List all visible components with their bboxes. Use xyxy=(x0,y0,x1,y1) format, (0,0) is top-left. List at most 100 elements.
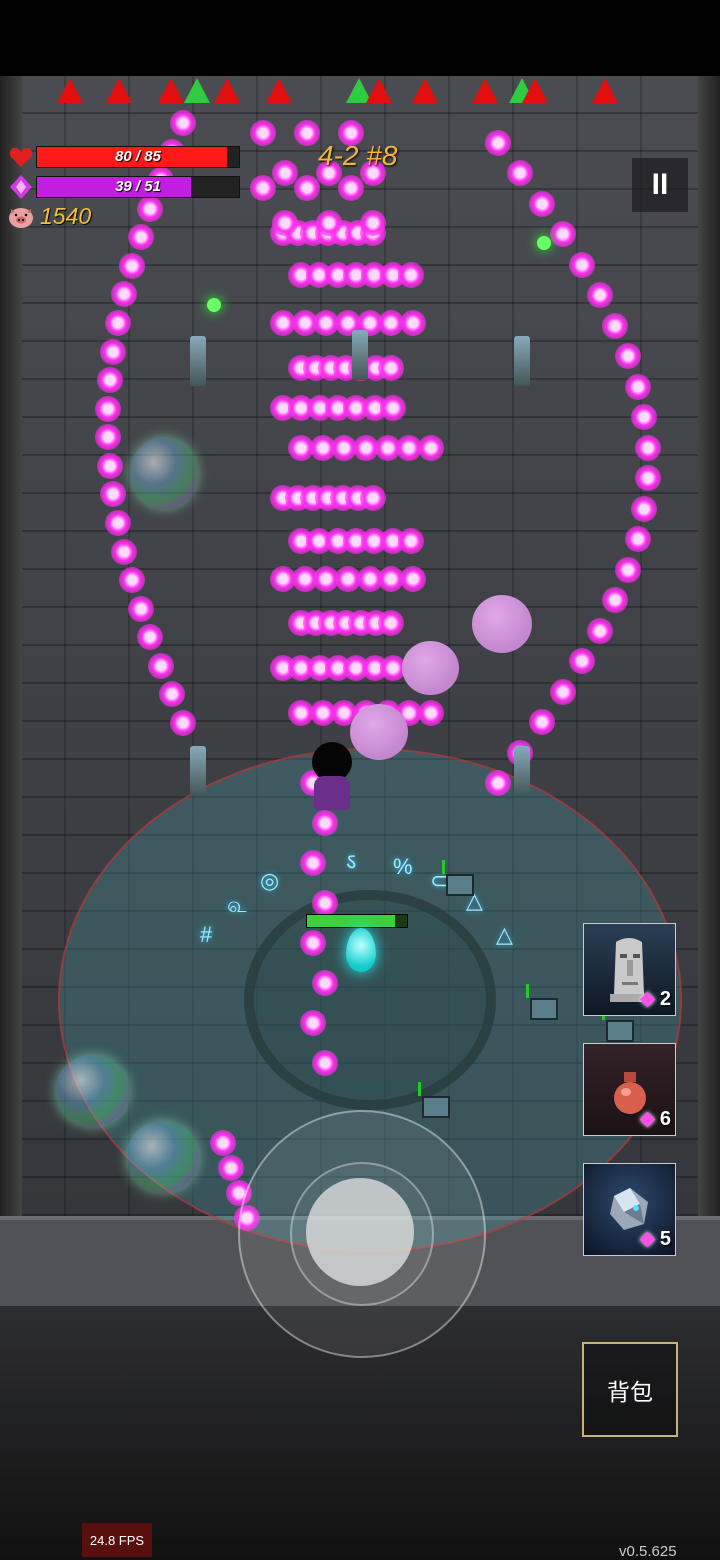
magic-bullet xyxy=(378,355,404,381)
magic-bullet xyxy=(400,566,426,592)
magic-bullet xyxy=(380,395,406,421)
enemy-marker-icon xyxy=(366,78,392,103)
magic-bullet xyxy=(312,810,338,836)
magic-bullet xyxy=(95,424,121,450)
magic-bullet xyxy=(170,710,196,736)
skill-slot-crystal[interactable]: 5 xyxy=(583,1163,676,1256)
magic-bullet xyxy=(250,175,276,201)
magic-bullet xyxy=(128,224,154,250)
rune-glyph-icon: △ xyxy=(496,922,513,947)
mana-gem-icon xyxy=(8,174,34,200)
skill-cost-value: 6 xyxy=(659,1108,671,1130)
magic-bullet xyxy=(398,528,424,554)
skill-slot-potion[interactable]: 6 xyxy=(583,1043,676,1136)
left-wall xyxy=(0,76,22,1216)
magic-bullet xyxy=(159,681,185,707)
magic-bullet xyxy=(119,253,145,279)
skill-cost: 5 xyxy=(639,1228,671,1251)
magic-bullet xyxy=(137,624,163,650)
magic-bullet xyxy=(148,653,174,679)
magic-bullet xyxy=(312,1050,338,1076)
skill-slot-moai[interactable]: 2 xyxy=(583,923,676,1016)
enemy-marker-icon xyxy=(158,78,184,103)
enemy-marker-icon xyxy=(412,78,438,103)
magic-bullet xyxy=(418,700,444,726)
mana-bar: 39 / 51 xyxy=(36,176,240,198)
hp-text: 80 / 85 xyxy=(115,148,161,165)
magic-bullet xyxy=(615,343,641,369)
magic-bullet xyxy=(418,435,444,461)
magic-bullet xyxy=(105,310,131,336)
pet-health-bar xyxy=(306,914,408,928)
green-wisp-icon xyxy=(537,236,551,250)
slime-enemy xyxy=(350,704,408,760)
fps-counter: 24.8 FPS xyxy=(82,1523,152,1557)
magic-bullet xyxy=(635,465,661,491)
magic-bullet xyxy=(360,485,386,511)
magic-bullet xyxy=(587,618,613,644)
lamp-post-icon xyxy=(514,746,530,796)
heart-icon xyxy=(8,144,34,170)
magic-bullet xyxy=(312,890,338,916)
enemy-marker-icon xyxy=(592,78,618,103)
magic-bullet xyxy=(615,557,641,583)
magic-bullet xyxy=(272,210,298,236)
pet-health-fill xyxy=(307,915,395,927)
magic-bullet xyxy=(300,930,326,956)
mana-text: 39 / 51 xyxy=(115,178,161,195)
magic-bullet xyxy=(100,339,126,365)
lamp-post-icon xyxy=(190,336,206,386)
magic-bullet xyxy=(602,587,628,613)
gem-icon xyxy=(639,991,656,1008)
magic-bullet xyxy=(507,160,533,186)
magic-bullet xyxy=(97,367,123,393)
rune-glyph-icon: ◎ xyxy=(260,868,280,893)
magic-bullet xyxy=(631,496,657,522)
rune-glyph-icon: ௳ xyxy=(227,892,247,917)
enemy-marker-icon xyxy=(522,78,548,103)
magic-bullet xyxy=(485,130,511,156)
rainbow-bubble xyxy=(55,1055,129,1127)
magic-bullet xyxy=(400,310,426,336)
backpack-button[interactable]: 背包 xyxy=(582,1342,678,1437)
magic-bullet xyxy=(550,221,576,247)
rainbow-bubble xyxy=(130,437,198,509)
lamp-post-icon xyxy=(190,746,206,796)
magic-bullet xyxy=(210,1130,236,1156)
magic-bullet xyxy=(128,596,154,622)
slime-enemy xyxy=(402,641,459,695)
enemy-marker-icon xyxy=(106,78,132,103)
magic-bullet xyxy=(250,120,276,146)
player-character xyxy=(308,742,354,812)
spirit-pet xyxy=(346,928,376,972)
lamp-post-icon xyxy=(514,336,530,386)
virtual-joystick[interactable] xyxy=(238,1110,486,1358)
coin-counter: 1540 xyxy=(40,203,92,229)
magic-bullet xyxy=(294,175,320,201)
magic-bullet xyxy=(312,970,338,996)
gem-icon xyxy=(639,1231,656,1248)
magic-bullet xyxy=(360,210,386,236)
magic-bullet xyxy=(300,850,326,876)
magic-bullet xyxy=(95,396,121,422)
rune-glyph-icon: ऽ xyxy=(346,849,357,874)
status-bar-area xyxy=(0,0,720,76)
game-screen: # ௳ ◎ ऽ % ⊂ △ △ 80 / 85 39 / 51 1540 4-2… xyxy=(0,0,720,1560)
rune-glyph-icon: % xyxy=(393,854,413,879)
magic-bullet xyxy=(111,539,137,565)
joystick-knob[interactable] xyxy=(306,1178,414,1286)
gem-icon xyxy=(639,1111,656,1128)
enemy-marker-icon xyxy=(214,78,240,103)
player-robe xyxy=(314,776,350,810)
piggy-bank-icon xyxy=(8,204,34,230)
hp-row: 80 / 85 xyxy=(8,144,240,170)
magic-bullet xyxy=(294,120,320,146)
magic-bullet xyxy=(170,110,196,136)
level-indicator: 4-2 #8 xyxy=(318,140,398,171)
magic-bullet xyxy=(100,481,126,507)
magic-bullet xyxy=(550,679,576,705)
magic-bullet xyxy=(300,1010,326,1036)
magic-bullet xyxy=(602,313,628,339)
pause-button[interactable]: II xyxy=(632,158,688,212)
hp-bar: 80 / 85 xyxy=(36,146,240,168)
